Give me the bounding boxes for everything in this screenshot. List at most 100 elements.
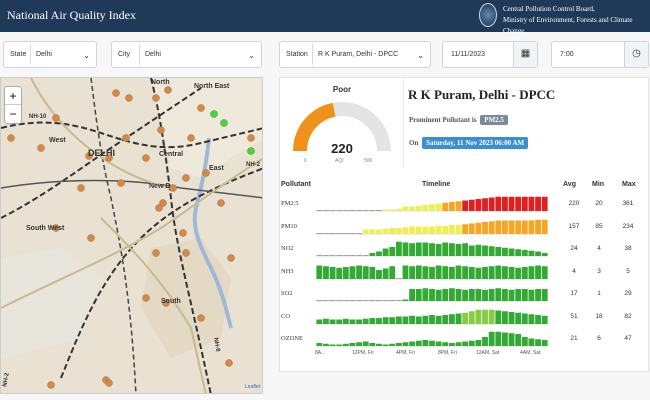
- timeline-bar[interactable]: [541, 196, 548, 211]
- timeline-bar[interactable]: [342, 266, 349, 279]
- timeline-bar[interactable]: [429, 204, 435, 211]
- timeline-bar[interactable]: [482, 221, 488, 234]
- timeline-bar[interactable]: [336, 344, 343, 347]
- timeline-bar[interactable]: [349, 343, 356, 346]
- time-picker[interactable]: 7:00 ◷: [551, 41, 649, 68]
- timeline-bar[interactable]: [442, 242, 449, 257]
- timeline-bar[interactable]: [415, 289, 422, 301]
- timeline-bar[interactable]: [316, 265, 323, 279]
- timeline-bar[interactable]: [488, 289, 495, 301]
- timeline-bar[interactable]: [462, 200, 469, 212]
- timeline-bar[interactable]: [448, 202, 455, 211]
- timeline-bar[interactable]: [528, 289, 535, 301]
- timeline-bar[interactable]: [442, 202, 449, 211]
- timeline-bar[interactable]: [342, 232, 349, 234]
- timeline-bar[interactable]: [448, 224, 455, 234]
- timeline-bar[interactable]: [521, 250, 528, 256]
- zoom-out-button[interactable]: −: [5, 105, 21, 123]
- timeline-bar[interactable]: [316, 255, 323, 256]
- timeline-bar[interactable]: [389, 227, 396, 234]
- timeline-bar[interactable]: [349, 300, 356, 301]
- timeline-bar[interactable]: [376, 229, 382, 234]
- timeline-bar[interactable]: [422, 242, 429, 257]
- pollutant-timeline[interactable]: [316, 264, 548, 279]
- timeline-bar[interactable]: [422, 340, 429, 346]
- date-picker[interactable]: 11/11/2023 ▦: [442, 41, 538, 68]
- timeline-bar[interactable]: [329, 266, 336, 279]
- timeline-bar[interactable]: [462, 341, 469, 347]
- pollutant-timeline[interactable]: [316, 196, 548, 212]
- timeline-bar[interactable]: [349, 210, 356, 211]
- timeline-bar[interactable]: [455, 244, 462, 256]
- timeline-bar[interactable]: [448, 313, 455, 324]
- timeline-bar[interactable]: [323, 318, 329, 324]
- timeline-bar[interactable]: [409, 315, 416, 324]
- timeline-bar[interactable]: [488, 309, 495, 324]
- timeline-bar[interactable]: [455, 289, 462, 301]
- date-input[interactable]: 11/11/2023: [451, 51, 485, 58]
- timeline-bar[interactable]: [521, 196, 528, 211]
- timeline-bar[interactable]: [369, 210, 376, 211]
- timeline-bar[interactable]: [455, 201, 462, 211]
- timeline-bar[interactable]: [508, 248, 515, 257]
- timeline-bar[interactable]: [535, 219, 541, 234]
- timeline-bar[interactable]: [329, 344, 336, 347]
- timeline-bar[interactable]: [468, 340, 475, 346]
- timeline-bar[interactable]: [429, 314, 435, 324]
- timeline-bar[interactable]: [515, 312, 522, 324]
- timeline-bar[interactable]: [535, 314, 541, 324]
- timeline-bar[interactable]: [502, 247, 508, 256]
- timeline-bar[interactable]: [323, 210, 329, 211]
- timeline-bar[interactable]: [329, 210, 336, 211]
- timeline-bar[interactable]: [488, 197, 495, 212]
- timeline-bar[interactable]: [316, 210, 323, 211]
- timeline-bar[interactable]: [495, 265, 502, 279]
- timeline-bar[interactable]: [409, 226, 416, 234]
- timeline-bar[interactable]: [395, 316, 402, 324]
- timeline-bar[interactable]: [415, 316, 422, 324]
- timeline-bar[interactable]: [356, 265, 362, 279]
- city-select[interactable]: Delhi ⌄: [139, 44, 260, 65]
- timeline-bar[interactable]: [521, 337, 528, 346]
- timeline-bar[interactable]: [448, 243, 455, 256]
- calendar-icon[interactable]: ▦: [513, 42, 537, 67]
- timeline-bar[interactable]: [329, 232, 336, 234]
- timeline-bar[interactable]: [415, 205, 422, 211]
- timeline-bar[interactable]: [316, 300, 323, 301]
- timeline-bar[interactable]: [455, 265, 462, 279]
- timeline-bar[interactable]: [495, 247, 502, 256]
- timeline-bar[interactable]: [435, 203, 442, 212]
- timeline-bar[interactable]: [541, 253, 548, 256]
- timeline-bar[interactable]: [435, 225, 442, 234]
- timeline-bar[interactable]: [395, 208, 402, 211]
- timeline-bar[interactable]: [323, 265, 329, 279]
- timeline-bar[interactable]: [448, 343, 455, 346]
- timeline-bar[interactable]: [349, 232, 356, 234]
- timeline-bar[interactable]: [468, 266, 475, 279]
- timeline-bar[interactable]: [462, 265, 469, 279]
- timeline-bar[interactable]: [329, 319, 336, 324]
- timeline-bar[interactable]: [442, 342, 449, 346]
- timeline-bar[interactable]: [448, 288, 455, 301]
- timeline-bar[interactable]: [475, 309, 482, 324]
- timeline-bar[interactable]: [429, 243, 435, 256]
- zoom-in-button[interactable]: +: [5, 87, 21, 105]
- timeline-bar[interactable]: [409, 341, 416, 347]
- timeline-bar[interactable]: [435, 265, 442, 279]
- map-attribution-link[interactable]: Leaflet: [245, 384, 260, 390]
- timeline-bar[interactable]: [448, 266, 455, 279]
- timeline-bar[interactable]: [376, 269, 382, 279]
- timeline-bar[interactable]: [409, 265, 416, 279]
- timeline-bar[interactable]: [495, 310, 502, 324]
- timeline-bar[interactable]: [442, 314, 449, 324]
- timeline-bar[interactable]: [475, 244, 482, 256]
- timeline-bar[interactable]: [515, 249, 522, 256]
- timeline-bar[interactable]: [362, 210, 369, 211]
- timeline-bar[interactable]: [475, 199, 482, 211]
- timeline-bar[interactable]: [323, 300, 329, 301]
- timeline-bar[interactable]: [389, 209, 396, 212]
- pollutant-timeline[interactable]: [316, 219, 548, 234]
- timeline-bar[interactable]: [336, 300, 343, 301]
- timeline-bar[interactable]: [475, 222, 482, 234]
- timeline-bar[interactable]: [362, 341, 369, 347]
